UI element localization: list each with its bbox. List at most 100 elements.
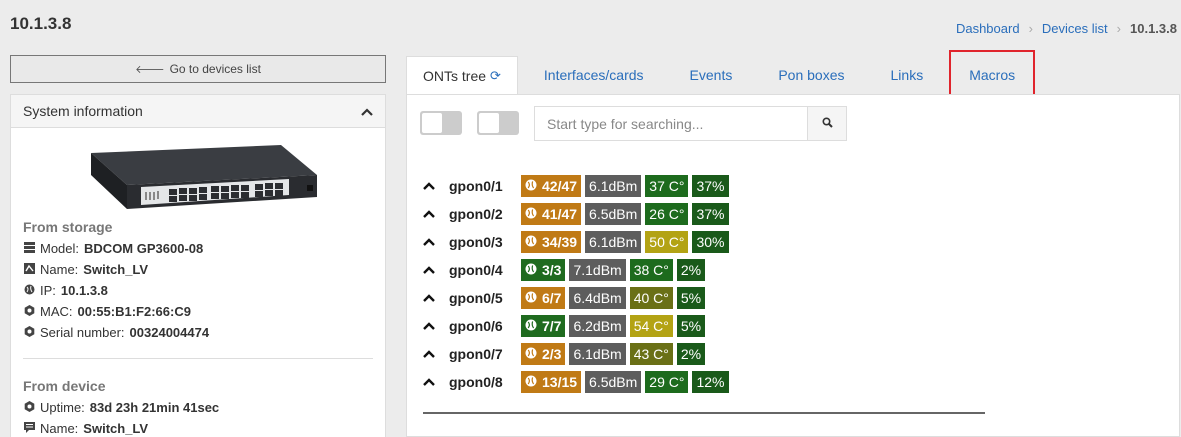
mac-label: MAC: bbox=[40, 304, 73, 319]
chevron-up-icon[interactable] bbox=[361, 104, 373, 119]
globe-icon bbox=[525, 375, 537, 390]
pon-port-name[interactable]: gpon0/8 bbox=[449, 374, 517, 390]
onu-count-badge: 7/7 bbox=[521, 315, 566, 337]
arrow-left-icon: 🡐 bbox=[135, 64, 165, 76]
temperature-badge: 40 C° bbox=[629, 287, 673, 309]
load-badge: 2% bbox=[676, 259, 706, 281]
signal-badge: 7.1dBm bbox=[569, 259, 626, 281]
search-button[interactable] bbox=[807, 106, 847, 141]
load-badge: 37% bbox=[692, 203, 729, 225]
tab-links[interactable]: Links bbox=[875, 56, 940, 94]
tab-onts-tree[interactable]: ONTs tree ⟳ bbox=[406, 56, 518, 95]
breadcrumb-dashboard[interactable]: Dashboard bbox=[956, 21, 1020, 36]
ip-value: 10.1.3.8 bbox=[60, 283, 108, 298]
chevron-up-icon[interactable] bbox=[421, 375, 437, 389]
system-information-header[interactable]: System information bbox=[11, 95, 385, 128]
tab-onts-tree-label: ONTs tree bbox=[423, 68, 487, 84]
name-row: Name: Switch_LV bbox=[23, 262, 148, 277]
tab-pon-boxes[interactable]: Pon boxes bbox=[762, 56, 860, 94]
pon-port-row[interactable]: gpon0/1 42/47 6.1dBm 37 C° 37% bbox=[421, 172, 729, 200]
from-storage-title: From storage bbox=[23, 219, 113, 235]
onu-count: 6/7 bbox=[542, 290, 562, 306]
globe-icon bbox=[23, 284, 35, 298]
onu-count: 2/3 bbox=[542, 346, 562, 362]
device-image bbox=[91, 145, 317, 209]
temperature-badge: 29 C° bbox=[645, 371, 689, 393]
temperature-badge: 37 C° bbox=[645, 175, 689, 197]
mac-row: MAC: 00:55:B1:F2:66:C9 bbox=[23, 304, 191, 319]
serial-value: 00324004474 bbox=[129, 325, 210, 340]
pon-port-row[interactable]: gpon0/6 7/7 6.2dBm 54 C° 5% bbox=[421, 312, 729, 340]
tab-macros[interactable]: Macros bbox=[949, 50, 1036, 100]
load-badge: 5% bbox=[676, 287, 706, 309]
ip-label: IP: bbox=[40, 283, 56, 298]
ip-row: IP: 10.1.3.8 bbox=[23, 283, 108, 298]
breadcrumb-current: 10.1.3.8 bbox=[1130, 21, 1177, 36]
tab-events[interactable]: Events bbox=[674, 56, 749, 94]
chevron-up-icon[interactable] bbox=[421, 347, 437, 361]
name-value: Switch_LV bbox=[83, 262, 149, 277]
load-badge: 30% bbox=[692, 231, 729, 253]
onu-count-badge: 34/39 bbox=[521, 231, 582, 253]
load-badge: 5% bbox=[676, 315, 706, 337]
system-information-title: System information bbox=[23, 103, 143, 119]
onu-count-badge: 3/3 bbox=[521, 259, 566, 281]
pon-port-row[interactable]: gpon0/2 41/47 6.5dBm 26 C° 37% bbox=[421, 200, 729, 228]
chevron-up-icon[interactable] bbox=[421, 291, 437, 305]
onu-count: 7/7 bbox=[542, 318, 562, 334]
chevron-right-icon: › bbox=[1116, 21, 1121, 36]
pon-port-name[interactable]: gpon0/3 bbox=[449, 234, 517, 250]
pon-port-row[interactable]: gpon0/7 2/3 6.1dBm 43 C° 2% bbox=[421, 340, 729, 368]
signal-badge: 6.2dBm bbox=[569, 315, 626, 337]
globe-icon bbox=[525, 179, 537, 194]
signal-badge: 6.1dBm bbox=[585, 231, 642, 253]
breadcrumb-devices-list[interactable]: Devices list bbox=[1042, 21, 1108, 36]
chevron-up-icon[interactable] bbox=[421, 207, 437, 221]
chevron-right-icon: › bbox=[1028, 21, 1033, 36]
cog-icon bbox=[23, 304, 35, 319]
mac-value: 00:55:B1:F2:66:C9 bbox=[77, 304, 191, 319]
model-row: Model: BDCOM GP3600-08 bbox=[23, 241, 203, 256]
temperature-badge: 38 C° bbox=[629, 259, 673, 281]
device-name-row: Name: Switch_LV bbox=[23, 421, 148, 436]
pon-port-name[interactable]: gpon0/6 bbox=[449, 318, 517, 334]
pon-port-row[interactable]: gpon0/8 13/15 6.5dBm 29 C° 12% bbox=[421, 368, 729, 396]
globe-icon bbox=[525, 291, 537, 306]
pon-port-name[interactable]: gpon0/7 bbox=[449, 346, 517, 362]
pon-port-row[interactable]: gpon0/3 34/39 6.1dBm 50 C° 30% bbox=[421, 228, 729, 256]
go-to-devices-list-button[interactable]: 🡐 Go to devices list bbox=[10, 55, 386, 83]
pon-port-name[interactable]: gpon0/5 bbox=[449, 290, 517, 306]
onu-count: 34/39 bbox=[542, 234, 578, 250]
search-input[interactable] bbox=[534, 106, 808, 141]
toggle-switch-1[interactable] bbox=[420, 111, 462, 135]
globe-icon bbox=[525, 319, 537, 334]
pon-port-name[interactable]: gpon0/1 bbox=[449, 178, 517, 194]
signal-badge: 6.1dBm bbox=[585, 175, 642, 197]
page-title: 10.1.3.8 bbox=[10, 14, 72, 33]
chevron-up-icon[interactable] bbox=[421, 263, 437, 277]
chevron-up-icon[interactable] bbox=[421, 319, 437, 333]
tab-interfaces-cards[interactable]: Interfaces/cards bbox=[528, 56, 660, 94]
pon-port-row[interactable]: gpon0/4 3/3 7.1dBm 38 C° 2% bbox=[421, 256, 729, 284]
name-label: Name: bbox=[40, 262, 79, 277]
toggle-switch-2[interactable] bbox=[477, 111, 519, 135]
globe-icon bbox=[525, 235, 537, 250]
onts-tree-panel: gpon0/142/476.1dBm37 C°37%gpon0/241/476.… bbox=[406, 94, 1180, 437]
chevron-up-icon[interactable] bbox=[421, 235, 437, 249]
breadcrumb: Dashboard › Devices list › 10.1.3.8 bbox=[956, 21, 1177, 36]
onu-count-badge: 6/7 bbox=[521, 287, 566, 309]
onu-count-badge: 42/47 bbox=[521, 175, 582, 197]
pon-port-name[interactable]: gpon0/4 bbox=[449, 262, 517, 278]
pon-port-row[interactable]: gpon0/5 6/7 6.4dBm 40 C° 5% bbox=[421, 284, 729, 312]
pon-port-name[interactable]: gpon0/2 bbox=[449, 206, 517, 222]
chevron-up-icon[interactable] bbox=[421, 179, 437, 193]
signal-badge: 6.1dBm bbox=[569, 343, 626, 365]
search-icon bbox=[821, 115, 833, 133]
pon-port-list: gpon0/1 42/47 6.1dBm 37 C° 37% gpon0/2 41/47 6.… bbox=[421, 172, 729, 396]
uptime-value: 83d 23h 21min 41sec bbox=[89, 400, 220, 415]
model-value: BDCOM GP3600-08 bbox=[84, 241, 204, 256]
onu-count: 42/47 bbox=[542, 178, 578, 194]
refresh-icon[interactable]: ⟳ bbox=[490, 68, 501, 84]
uptime-row: Uptime: 83d 23h 21min 41sec bbox=[23, 400, 219, 415]
tab-bar: ONTs tree ⟳ Interfaces/cards Events Pon … bbox=[406, 50, 1036, 100]
